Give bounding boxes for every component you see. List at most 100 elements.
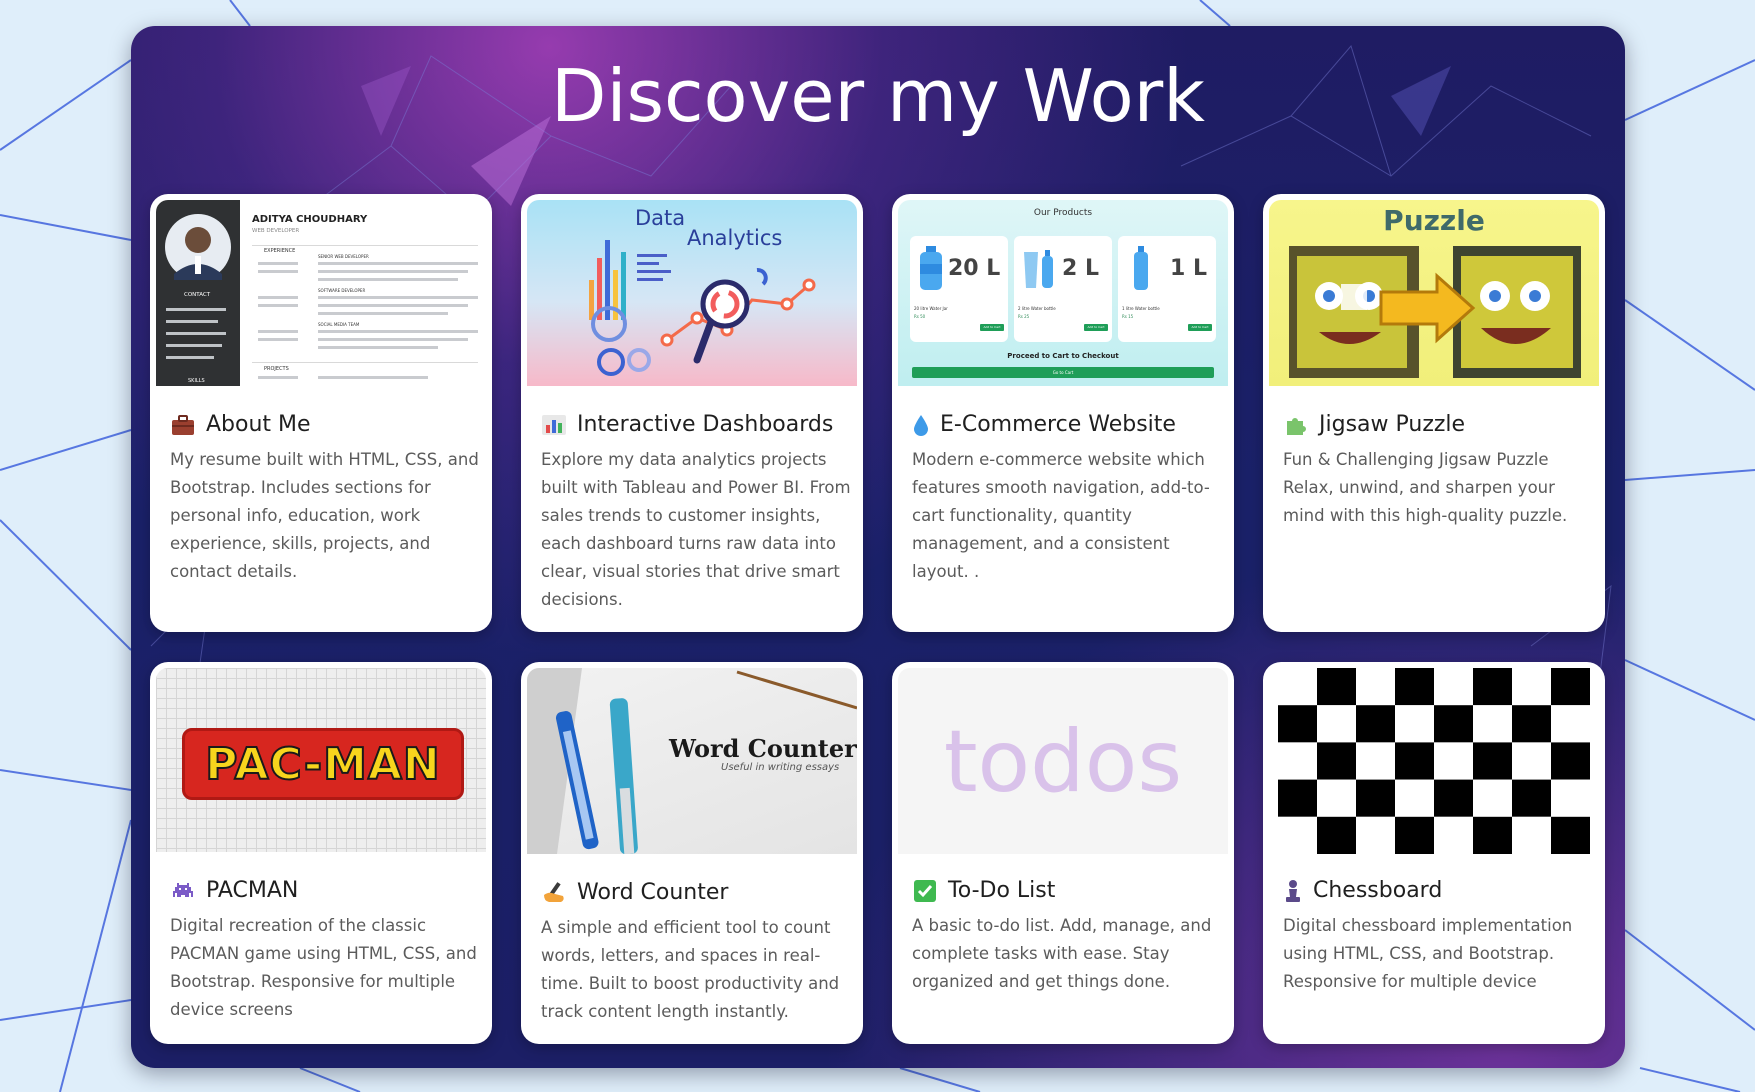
word-counter-heading: Word Counter <box>669 734 857 763</box>
dashboards-thumb-line1: Data <box>635 206 686 230</box>
pacman-logo-text: PAC-MAN <box>204 738 441 791</box>
resume-job-3: SOCIAL MEDIA TEAM <box>318 322 360 327</box>
card-title-text: Interactive Dashboards <box>577 412 834 437</box>
resume-contact-heading: CONTACT <box>184 292 211 298</box>
ecommerce-heading: Our Products <box>1033 208 1093 218</box>
chess-square <box>1395 668 1434 706</box>
chess-square <box>1512 816 1551 854</box>
chess-square <box>1278 705 1317 743</box>
card-description: My resume built with HTML, CSS, and Boot… <box>170 450 479 581</box>
card-title-ecommerce-website[interactable]: E-Commerce Website <box>912 412 1176 437</box>
card-title-text: Jigsaw Puzzle <box>1319 412 1466 437</box>
chess-square <box>1278 779 1317 817</box>
chess-square <box>1278 742 1317 780</box>
chess-square <box>1473 668 1512 706</box>
chess-square <box>1395 779 1434 817</box>
resume-projects-heading: PROJECTS <box>264 366 289 372</box>
droplet-icon <box>912 413 930 437</box>
dashboards-thumbnail: Data Analytics <box>527 200 857 386</box>
card-description: Digital chessboard implementation using … <box>1283 916 1573 991</box>
card-title-chessboard[interactable]: Chessboard <box>1283 878 1442 903</box>
chess-square <box>1512 779 1551 817</box>
puzzle-piece-icon <box>1283 413 1309 437</box>
chess-square <box>1473 779 1512 817</box>
product-card: 20 L 20 litre Water Jar Rs 50 Add to Car… <box>910 236 1008 342</box>
ecommerce-thumbnail: Our Products 20 L 20 litre Water Jar Rs … <box>898 200 1228 386</box>
chess-square <box>1317 668 1356 706</box>
card-description: Explore my data analytics projects built… <box>541 450 851 609</box>
bar-chart-icon <box>541 413 567 437</box>
chessboard-thumbnail <box>1278 668 1590 854</box>
product-price: Rs 50 <box>914 314 926 319</box>
word-counter-thumbnail: Word Counter Useful in writing essays <box>527 668 857 854</box>
chess-square <box>1551 779 1590 817</box>
card-title-about-me[interactable]: About Me <box>170 412 311 437</box>
word-counter-subheading: Useful in writing essays <box>721 762 840 773</box>
add-to-cart-button[interactable]: Add to Cart <box>980 324 1004 331</box>
card-about-me[interactable]: ADITYA CHOUDHARY WEB DEVELOPER EXPERIENC… <box>150 194 492 632</box>
product-name: 2 litre Water bottle <box>1018 306 1056 311</box>
go-to-cart-button[interactable]: Go to Cart <box>912 367 1214 378</box>
chess-square <box>1512 705 1551 743</box>
card-chessboard[interactable]: Chessboard Digital chessboard implementa… <box>1263 662 1605 1044</box>
chess-square <box>1473 705 1512 743</box>
card-title-interactive-dashboards[interactable]: Interactive Dashboards <box>541 412 833 437</box>
add-to-cart-button[interactable]: Add to Cart <box>1084 324 1108 331</box>
todo-logo-text: todos <box>943 712 1183 812</box>
product-price: Rs 25 <box>1018 314 1030 319</box>
chess-square <box>1434 779 1473 817</box>
card-title-jigsaw-puzzle[interactable]: Jigsaw Puzzle <box>1283 412 1465 437</box>
resume-name: ADITYA CHOUDHARY <box>252 214 368 225</box>
product-card: 2 L 2 litre Water bottle Rs 25 Add to Ca… <box>1014 236 1112 342</box>
product-price: Rs 15 <box>1122 314 1134 319</box>
resume-skills-heading: SKILLS <box>188 378 205 384</box>
puzzle-thumbnail: Puzzle <box>1269 200 1599 386</box>
product-name: 20 litre Water Jar <box>914 306 948 311</box>
check-mark-icon <box>912 879 938 903</box>
chess-square <box>1551 705 1590 743</box>
card-title-text: PACMAN <box>206 878 299 903</box>
card-title-text: Chessboard <box>1313 878 1443 903</box>
chess-square <box>1395 816 1434 854</box>
space-invader-icon <box>170 879 196 903</box>
checkout-text: Proceed to Cart to Checkout <box>1007 352 1119 360</box>
chess-square <box>1434 742 1473 780</box>
chess-square <box>1317 816 1356 854</box>
chess-square <box>1278 668 1317 706</box>
briefcase-icon <box>170 413 196 437</box>
card-interactive-dashboards[interactable]: Data Analytics Interactive Dashboards Ex… <box>521 194 863 632</box>
chess-square <box>1551 668 1590 706</box>
product-size: 1 L <box>1170 256 1207 281</box>
card-description: A simple and efficient tool to count wor… <box>541 918 840 1021</box>
chess-square <box>1395 705 1434 743</box>
add-to-cart-button[interactable]: Add to Cart <box>1188 324 1212 331</box>
product-size: 2 L <box>1062 256 1099 281</box>
chess-square <box>1317 705 1356 743</box>
card-title-to-do-list[interactable]: To-Do List <box>912 878 1055 903</box>
writing-hand-icon <box>541 881 567 905</box>
card-title-text: Word Counter <box>577 880 729 905</box>
chess-pawn-icon <box>1283 879 1303 903</box>
card-description: Fun & Challenging Jigsaw Puzzle Relax, u… <box>1283 450 1568 525</box>
about-me-thumbnail: ADITYA CHOUDHARY WEB DEVELOPER EXPERIENC… <box>156 200 486 386</box>
chess-square <box>1317 742 1356 780</box>
chess-square <box>1512 668 1551 706</box>
chess-square <box>1317 779 1356 817</box>
resume-role: WEB DEVELOPER <box>252 228 300 234</box>
resume-experience-heading: EXPERIENCE <box>264 248 296 254</box>
card-pacman[interactable]: PAC-MAN PACMAN Digital recreation of the… <box>150 662 492 1044</box>
card-word-counter[interactable]: Word Counter Useful in writing essays Wo… <box>521 662 863 1044</box>
chess-square <box>1356 742 1395 780</box>
chess-square <box>1473 816 1512 854</box>
product-card: 1 L 1 litre Water bottle Rs 15 Add to Ca… <box>1118 236 1216 342</box>
chess-square <box>1473 742 1512 780</box>
product-size: 20 L <box>948 256 1001 281</box>
card-to-do-list[interactable]: todos To-Do List A basic to-do list. Add… <box>892 662 1234 1044</box>
chess-square <box>1434 816 1473 854</box>
todo-thumbnail: todos <box>898 668 1228 854</box>
card-ecommerce-website[interactable]: Our Products 20 L 20 litre Water Jar Rs … <box>892 194 1234 632</box>
card-title-word-counter[interactable]: Word Counter <box>541 880 728 905</box>
card-title-pacman[interactable]: PACMAN <box>170 878 298 903</box>
card-jigsaw-puzzle[interactable]: Puzzle Jigsaw Puzzle Fun & Challenging J… <box>1263 194 1605 632</box>
portfolio-panel: Discover my Work ADITYA CHOUDHARY WEB DE… <box>131 26 1625 1068</box>
